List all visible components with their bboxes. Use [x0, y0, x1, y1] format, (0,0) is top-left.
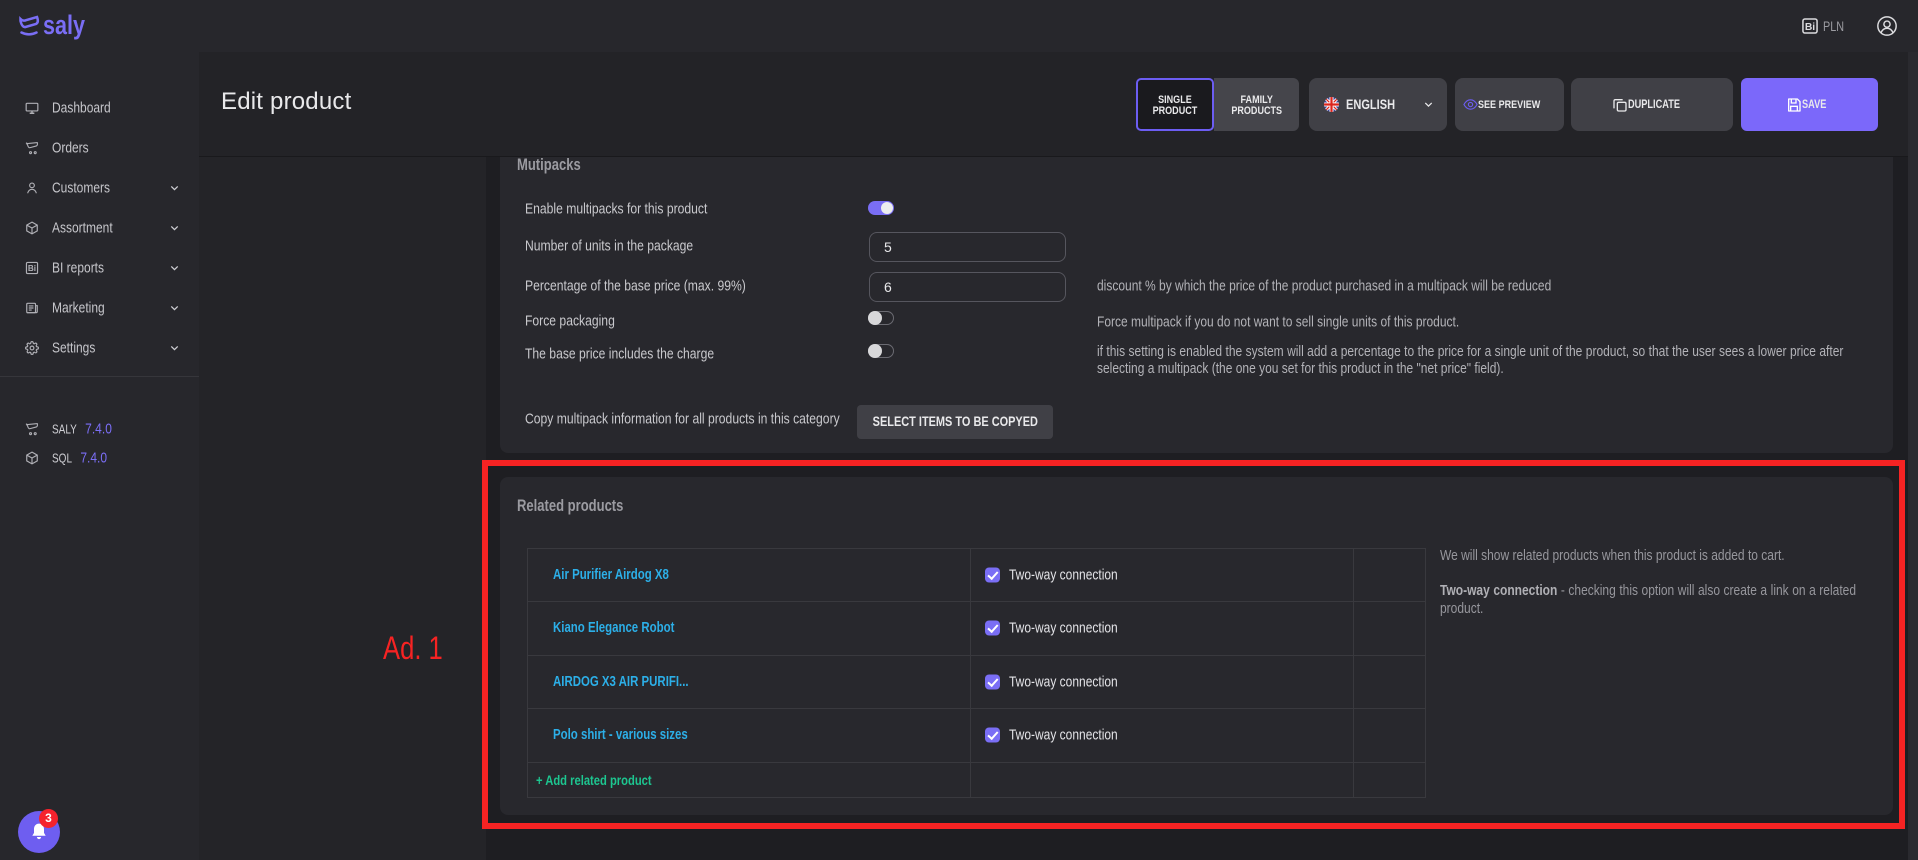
svg-text:Bi: Bi: [1805, 22, 1815, 33]
svg-text:Bi: Bi: [28, 264, 36, 273]
